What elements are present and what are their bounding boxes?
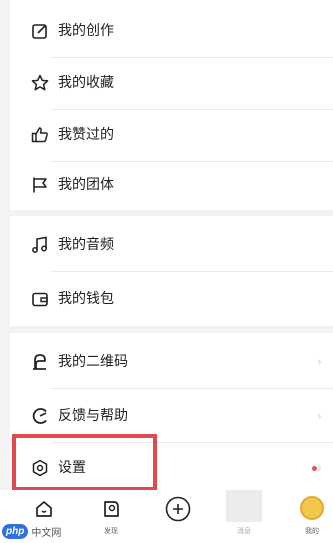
menu-group-2: 我的音频 我的钱包 <box>10 216 333 326</box>
menu-item-label: 我的钱包 <box>58 291 114 307</box>
menu-item-my-favorites[interactable]: 我的收藏 <box>10 56 333 110</box>
tab-label: 我的 <box>305 527 319 535</box>
tab-me[interactable]: 我的 <box>282 490 333 543</box>
chevron-right-icon: › <box>317 409 322 423</box>
menu-item-label: 我的收藏 <box>58 75 114 91</box>
discover-icon <box>100 498 122 520</box>
home-icon <box>33 498 55 520</box>
music-icon <box>30 235 50 255</box>
tab-create[interactable] <box>148 490 208 543</box>
menu-item-label: 我赞过的 <box>58 127 114 143</box>
watermark-text: 中文网 <box>31 527 62 539</box>
thumbs-up-icon <box>30 125 50 145</box>
star-icon <box>30 73 50 93</box>
feedback-icon <box>30 406 50 426</box>
menu-item-my-wallet[interactable]: 我的钱包 <box>10 272 333 326</box>
watermark: php 中文网 <box>2 520 61 542</box>
profile-screen: 我的创作 我的收藏 我赞过的 我的团体 我的音频 我的钱包 我的二维码 › 反馈… <box>0 0 333 543</box>
menu-item-my-qrcode[interactable]: 我的二维码 › <box>10 335 333 389</box>
avatar-icon <box>300 496 324 520</box>
tab-discover[interactable]: 发现 <box>81 490 141 543</box>
tab-label: 发现 <box>104 527 118 535</box>
menu-item-label: 反馈与帮助 <box>58 408 128 424</box>
watermark-logo: php <box>2 523 29 539</box>
settings-highlight-box <box>12 434 157 491</box>
blurred-message-icon <box>226 490 262 522</box>
flag-icon <box>30 175 50 195</box>
plus-icon <box>165 496 191 522</box>
menu-item-label: 我的二维码 <box>58 354 128 370</box>
chevron-right-icon: › <box>317 355 322 369</box>
menu-group-1: 我的创作 我的收藏 我赞过的 我的团体 <box>10 0 333 210</box>
chevron-right-icon: › <box>317 461 322 475</box>
menu-item-label: 我的音频 <box>58 237 114 253</box>
wallet-icon <box>30 289 50 309</box>
menu-item-my-creations[interactable]: 我的创作 <box>10 4 333 58</box>
menu-item-my-groups[interactable]: 我的团体 <box>10 158 333 212</box>
tab-label: 消息 <box>237 527 251 535</box>
menu-item-my-audio[interactable]: 我的音频 <box>10 218 333 272</box>
tab-messages[interactable]: 消息 <box>214 490 274 543</box>
menu-item-label: 我的团体 <box>58 177 114 193</box>
menu-item-liked[interactable]: 我赞过的 <box>10 108 333 162</box>
edit-icon <box>30 21 50 41</box>
qrcode-icon <box>30 352 50 372</box>
menu-item-label: 我的创作 <box>58 23 114 39</box>
